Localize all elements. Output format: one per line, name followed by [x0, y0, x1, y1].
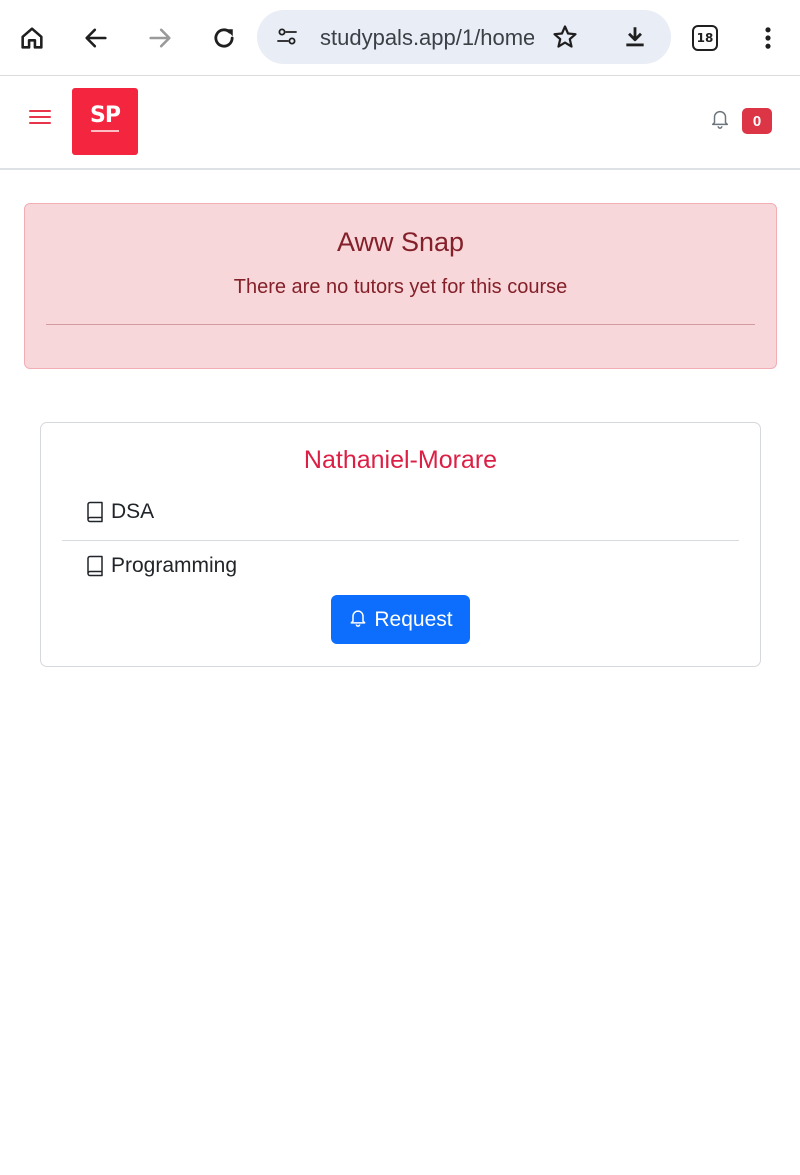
book-icon	[85, 500, 105, 524]
app-logo[interactable]: SP	[72, 88, 138, 155]
no-tutors-alert: Aww Snap There are no tutors yet for thi…	[24, 203, 777, 369]
logo-text: SP	[90, 103, 121, 128]
reload-icon	[214, 28, 234, 48]
tutor-card: Nathaniel-Morare DSA Programming Request	[40, 422, 761, 667]
notification-count-badge[interactable]: 0	[742, 108, 772, 134]
hamburger-icon	[29, 110, 51, 124]
menu-toggle-button[interactable]	[26, 103, 54, 131]
back-button[interactable]	[72, 14, 120, 62]
logo-tagline-mark	[91, 130, 119, 132]
course-divider	[62, 540, 739, 541]
alert-divider	[46, 324, 755, 325]
back-icon	[85, 28, 107, 48]
site-settings-icon	[277, 28, 297, 45]
course-label: Programming	[111, 554, 238, 577]
notifications-button[interactable]	[708, 106, 732, 130]
bell-icon	[348, 606, 368, 628]
course-label: DSA	[111, 500, 155, 523]
url-text[interactable]: studypals.app/1/home	[320, 25, 534, 51]
tabs-icon[interactable]: 18	[692, 25, 718, 51]
forward-icon	[149, 28, 171, 48]
address-bar[interactable]: studypals.app/1/home	[257, 10, 671, 64]
more-icon	[765, 27, 771, 49]
site-settings-button[interactable]	[273, 23, 301, 51]
course-item: DSA	[85, 498, 154, 526]
home-icon	[21, 27, 43, 49]
home-button[interactable]	[8, 14, 56, 62]
download-button[interactable]	[619, 21, 651, 53]
forward-button[interactable]	[136, 14, 184, 62]
alert-title: Aww Snap	[336, 227, 465, 257]
tutor-name: Nathaniel-Morare	[303, 446, 498, 474]
request-button-label: Request	[374, 607, 453, 631]
browser-toolbar: studypals.app/1/home 18	[0, 0, 800, 76]
app-navbar: SP 0	[0, 77, 800, 170]
reload-button[interactable]	[200, 14, 248, 62]
bookmark-button[interactable]	[549, 21, 581, 53]
more-menu-button[interactable]	[744, 14, 792, 62]
star-icon	[553, 25, 577, 48]
request-button[interactable]: Request	[331, 595, 470, 644]
bell-icon	[711, 110, 729, 129]
alert-message: There are no tutors yet for this course	[233, 276, 568, 298]
course-item: Programming	[85, 552, 237, 580]
download-icon	[626, 27, 644, 47]
book-icon	[85, 554, 105, 578]
